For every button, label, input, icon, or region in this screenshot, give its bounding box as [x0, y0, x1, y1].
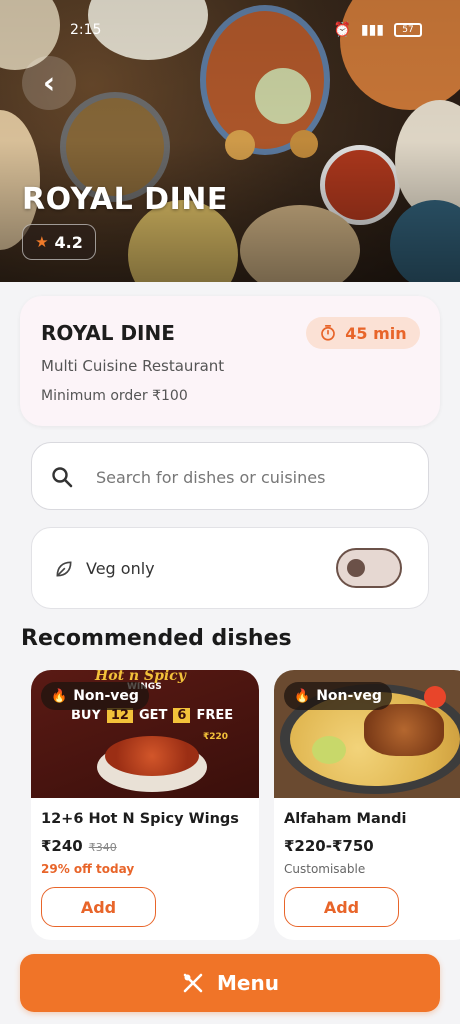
- restaurant-name: ROYAL DINE: [41, 321, 175, 345]
- non-veg-badge: 🔥 Non-veg: [284, 682, 392, 710]
- add-button[interactable]: Add: [284, 887, 399, 927]
- promo-free: FREE: [196, 708, 234, 723]
- search-icon: [52, 467, 73, 488]
- price-original: ₹340: [88, 841, 117, 854]
- mandi-chicken: [364, 704, 444, 756]
- signal-icon: ▮▮▮: [360, 22, 384, 38]
- back-button[interactable]: ‹: [22, 56, 76, 110]
- status-bar: 2:15 ⏰ ▮▮▮ 57: [0, 18, 460, 44]
- rating-value: 4.2: [54, 232, 83, 252]
- hero-restaurant-title: ROYAL DINE: [22, 182, 228, 217]
- dish-card[interactable]: Hot n Spicy WINGS BUY 12 GET 6 FREE ₹220…: [31, 670, 259, 940]
- customisable-note: Customisable: [284, 862, 366, 876]
- non-veg-label: Non-veg: [73, 688, 139, 704]
- delivery-time-badge: 45 min: [306, 317, 420, 349]
- veg-filter-row: Veg only: [31, 527, 429, 609]
- alarm-icon: ⏰: [333, 22, 351, 38]
- battery-icon: 57: [394, 23, 422, 37]
- cutlery-icon: [183, 973, 203, 993]
- non-veg-label: Non-veg: [316, 688, 382, 704]
- dish-price: ₹240 ₹340: [41, 837, 117, 855]
- dish-card[interactable]: 🔥 Non-veg Alfaham Mandi ₹220-₹750 Custom…: [274, 670, 460, 940]
- search-bar[interactable]: [31, 442, 429, 510]
- discount-note: 29% off today: [41, 862, 135, 876]
- veg-only-label: Veg only: [86, 559, 155, 578]
- delivery-time: 45 min: [345, 323, 407, 343]
- promo-get: GET: [138, 708, 168, 723]
- promo-buy: BUY: [71, 708, 101, 723]
- recommended-section-title: Recommended dishes: [21, 626, 292, 651]
- leaf-icon: [56, 561, 72, 577]
- promo-buy-qty: 12: [106, 708, 133, 723]
- mandi-garnish: [312, 736, 346, 764]
- timer-icon: [321, 325, 336, 341]
- tomato-garnish: [424, 686, 446, 708]
- star-icon: ★: [35, 233, 49, 251]
- promo-get-qty: 6: [173, 708, 191, 723]
- flame-icon: 🔥: [294, 688, 311, 704]
- restaurant-hero-image: 2:15 ⏰ ▮▮▮ 57 ‹ ROYAL DINE ★ 4.2: [0, 0, 460, 282]
- status-icons: ⏰ ▮▮▮ 57: [333, 22, 422, 38]
- dish-price: ₹220-₹750: [284, 837, 374, 855]
- promo-offer: BUY 12 GET 6 FREE: [71, 708, 233, 723]
- chevron-left-icon: ‹: [42, 65, 56, 101]
- veg-only-toggle[interactable]: [336, 548, 402, 588]
- dish-image: Hot n Spicy WINGS BUY 12 GET 6 FREE ₹220…: [31, 670, 259, 798]
- search-input[interactable]: [96, 455, 406, 499]
- cuisine-type: Multi Cuisine Restaurant: [41, 357, 225, 375]
- add-button[interactable]: Add: [41, 887, 156, 927]
- status-time: 2:15: [70, 22, 102, 38]
- menu-button[interactable]: Menu: [20, 954, 440, 1012]
- restaurant-info-card: ROYAL DINE 45 min Multi Cuisine Restaura…: [20, 296, 440, 426]
- rating-badge: ★ 4.2: [22, 224, 96, 260]
- minimum-order: Minimum order ₹100: [41, 388, 188, 404]
- toggle-knob: [347, 559, 365, 577]
- dish-image: 🔥 Non-veg: [274, 670, 460, 798]
- menu-button-label: Menu: [217, 971, 279, 995]
- price-current: ₹240: [41, 837, 83, 855]
- wings-food: [105, 736, 199, 776]
- flame-icon: 🔥: [51, 688, 68, 704]
- non-veg-badge: 🔥 Non-veg: [41, 682, 149, 710]
- dish-name: 12+6 Hot N Spicy Wings: [41, 811, 239, 827]
- promo-price-tag: ₹220: [203, 732, 229, 742]
- dish-name: Alfaham Mandi: [284, 811, 407, 827]
